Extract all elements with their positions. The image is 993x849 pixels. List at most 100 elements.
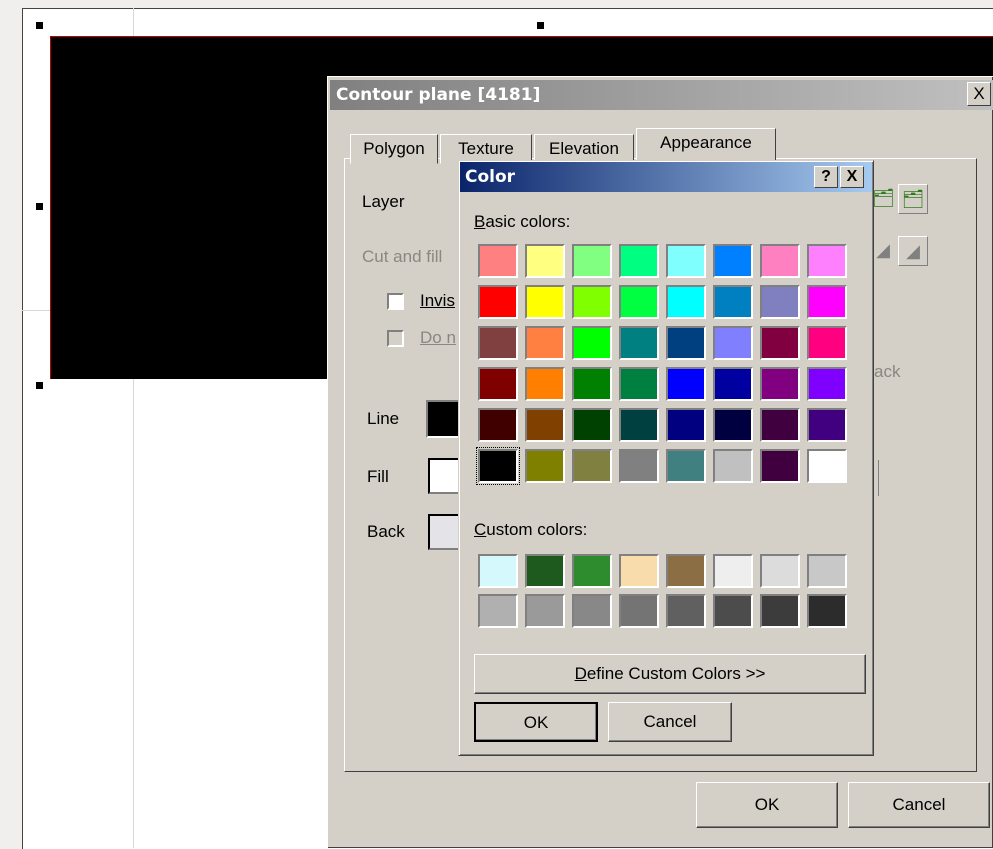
basic-color-swatch[interactable]	[525, 244, 565, 278]
basic-color-swatch[interactable]	[713, 244, 753, 278]
basic-color-swatch[interactable]	[525, 285, 565, 319]
cut-and-fill-label: Cut and fill	[362, 247, 443, 266]
help-button[interactable]: ?	[814, 166, 838, 188]
dialog-ok-button[interactable]: OK	[696, 782, 838, 828]
basic-color-swatch[interactable]	[713, 326, 753, 360]
guide-line-horizontal	[22, 310, 52, 311]
basic-color-swatch[interactable]	[525, 367, 565, 401]
basic-color-swatch[interactable]	[666, 244, 706, 278]
basic-color-swatch[interactable]	[760, 326, 800, 360]
invisible-label: Invis	[420, 291, 455, 310]
custom-color-swatch[interactable]	[760, 594, 800, 628]
basic-color-swatch[interactable]	[807, 244, 847, 278]
custom-colors-label: Custom colors:	[474, 520, 588, 539]
selection-handle[interactable]	[36, 203, 43, 210]
basic-color-swatch[interactable]	[807, 408, 847, 442]
basic-color-swatch[interactable]	[760, 449, 800, 483]
back-color-button[interactable]	[428, 514, 460, 550]
basic-color-swatch[interactable]	[619, 244, 659, 278]
line-color-button[interactable]	[426, 400, 460, 438]
tab-polygon[interactable]: Polygon	[350, 134, 438, 164]
basic-color-swatch[interactable]	[478, 408, 518, 442]
line-label: Line	[367, 409, 400, 428]
basic-color-swatch[interactable]	[666, 408, 706, 442]
custom-color-swatch[interactable]	[619, 594, 659, 628]
back-partial-label: ack	[874, 362, 901, 381]
basic-color-swatch[interactable]	[478, 285, 518, 319]
field-edge	[874, 460, 879, 496]
basic-color-swatch[interactable]	[807, 449, 847, 483]
basic-color-swatch[interactable]	[476, 447, 520, 485]
custom-color-swatch[interactable]	[478, 594, 518, 628]
custom-color-swatch[interactable]	[666, 594, 706, 628]
fill-color-button[interactable]	[428, 458, 460, 494]
back-label: Back	[367, 522, 405, 541]
basic-color-swatch[interactable]	[572, 367, 612, 401]
basic-color-swatch[interactable]	[525, 326, 565, 360]
custom-color-swatch[interactable]	[478, 554, 518, 588]
layer-label: Layer	[362, 192, 405, 211]
custom-color-swatch[interactable]	[525, 554, 565, 588]
basic-colors-label: Basic colors:	[474, 212, 571, 231]
selection-handle[interactable]	[537, 22, 544, 29]
basic-colors-grid	[476, 244, 858, 494]
basic-color-swatch[interactable]	[666, 326, 706, 360]
color-dialog-close-button[interactable]: X	[840, 166, 864, 188]
basic-color-swatch[interactable]	[478, 326, 518, 360]
selection-handle[interactable]	[36, 382, 43, 389]
selection-handle[interactable]	[36, 22, 43, 29]
basic-color-swatch[interactable]	[713, 367, 753, 401]
custom-color-swatch[interactable]	[713, 554, 753, 588]
custom-color-swatch[interactable]	[525, 594, 565, 628]
basic-color-swatch[interactable]	[713, 449, 753, 483]
basic-color-swatch[interactable]	[713, 408, 753, 442]
disabled-tool-icon: ◢	[898, 236, 928, 266]
basic-color-swatch[interactable]	[572, 449, 612, 483]
basic-color-swatch[interactable]	[666, 285, 706, 319]
basic-color-swatch[interactable]	[572, 326, 612, 360]
do-not-label: Do n	[420, 328, 456, 347]
basic-color-swatch[interactable]	[713, 285, 753, 319]
basic-color-swatch[interactable]	[666, 367, 706, 401]
basic-color-swatch[interactable]	[478, 367, 518, 401]
basic-color-swatch[interactable]	[619, 285, 659, 319]
basic-color-swatch[interactable]	[807, 326, 847, 360]
custom-color-swatch[interactable]	[619, 554, 659, 588]
basic-color-swatch[interactable]	[619, 367, 659, 401]
custom-color-swatch[interactable]	[666, 554, 706, 588]
custom-color-swatch[interactable]	[572, 554, 612, 588]
basic-color-swatch[interactable]	[666, 449, 706, 483]
basic-color-swatch[interactable]	[525, 408, 565, 442]
basic-color-swatch[interactable]	[572, 285, 612, 319]
custom-color-swatch[interactable]	[713, 594, 753, 628]
dialog-close-button[interactable]: X	[967, 82, 991, 106]
basic-color-swatch[interactable]	[760, 244, 800, 278]
basic-color-swatch[interactable]	[478, 244, 518, 278]
basic-color-swatch[interactable]	[572, 408, 612, 442]
basic-color-swatch[interactable]	[807, 367, 847, 401]
dialog-title: Contour plane [4181]	[330, 80, 993, 110]
basic-color-swatch[interactable]	[525, 449, 565, 483]
invisible-checkbox[interactable]	[387, 293, 404, 310]
basic-color-swatch[interactable]	[807, 285, 847, 319]
basic-color-swatch[interactable]	[760, 285, 800, 319]
basic-color-swatch[interactable]	[572, 244, 612, 278]
custom-color-swatch[interactable]	[807, 554, 847, 588]
basic-color-swatch[interactable]	[760, 408, 800, 442]
color-cancel-button[interactable]: Cancel	[608, 702, 732, 742]
custom-color-swatch[interactable]	[760, 554, 800, 588]
layer-stack-icon[interactable]: 🗂	[898, 184, 928, 214]
basic-color-swatch[interactable]	[619, 408, 659, 442]
basic-color-swatch[interactable]	[619, 449, 659, 483]
custom-colors-grid	[478, 554, 858, 634]
layer-icon[interactable]: 🗂	[872, 184, 895, 214]
custom-color-swatch[interactable]	[572, 594, 612, 628]
define-custom-colors-button[interactable]: Define Custom Colors >>	[474, 654, 866, 694]
tab-appearance[interactable]: Appearance	[636, 128, 776, 160]
dialog-cancel-button[interactable]: Cancel	[848, 782, 990, 828]
basic-color-swatch[interactable]	[760, 367, 800, 401]
custom-color-swatch[interactable]	[807, 594, 847, 628]
disabled-tool-icon: ◢	[872, 236, 894, 266]
color-ok-button[interactable]: OK	[474, 702, 598, 742]
basic-color-swatch[interactable]	[619, 326, 659, 360]
